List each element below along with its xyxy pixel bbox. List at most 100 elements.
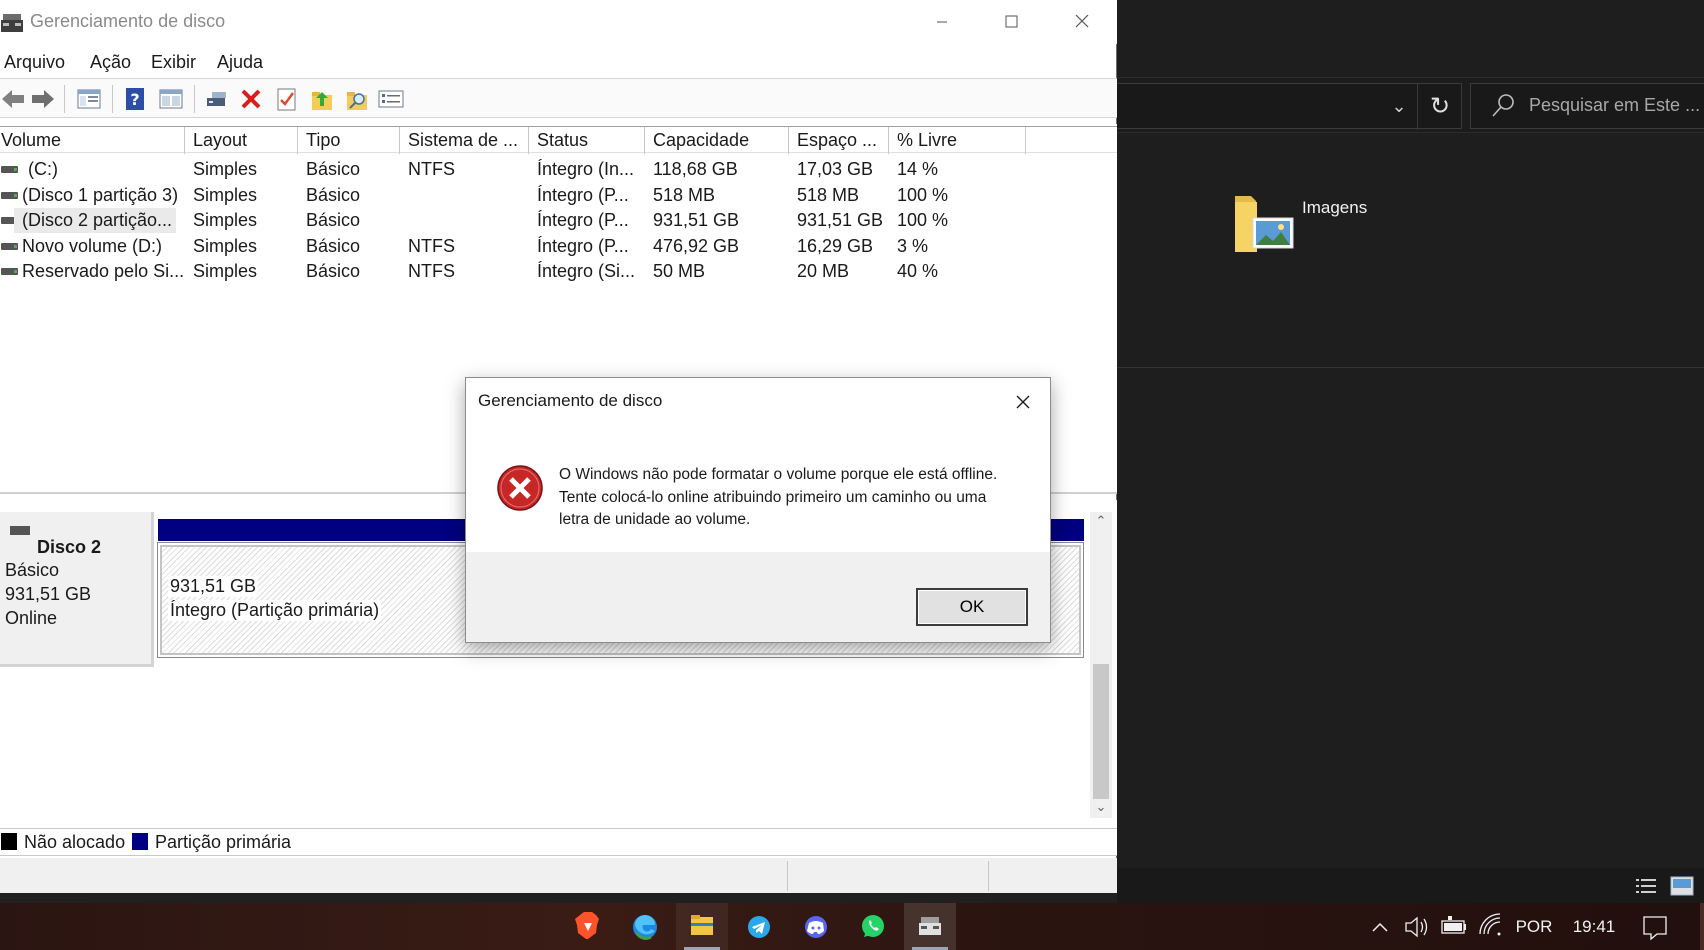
partition-status: Íntegro (Partição primária): [168, 600, 382, 621]
discord-icon[interactable]: [790, 903, 842, 950]
dialog-title: Gerenciamento de disco: [478, 391, 663, 410]
edge-icon[interactable]: [619, 903, 671, 950]
disk-info-panel[interactable]: Disco 2 Básico 931,51 GB Online: [0, 512, 154, 667]
cell-sistema: NTFS: [408, 159, 455, 179]
disk-management-icon: [1, 14, 23, 32]
show-hide-console-tree-icon[interactable]: [76, 86, 102, 112]
wifi-icon[interactable]: [1477, 903, 1503, 950]
search-icon: [1492, 94, 1514, 117]
search-folder-icon[interactable]: [344, 86, 370, 112]
title-bar[interactable]: Gerenciamento de disco: [0, 0, 1117, 44]
toolbar: ?: [0, 78, 1117, 118]
forward-arrow-icon[interactable]: [30, 86, 56, 112]
cell-livre: 40 %: [897, 261, 939, 281]
close-button[interactable]: [1048, 0, 1116, 44]
partition-size: 931,51 GB: [168, 576, 259, 597]
up-folder-icon[interactable]: [309, 86, 335, 112]
list-view-icon[interactable]: [378, 86, 404, 112]
cell-espaco: 931,51 GB: [797, 210, 884, 230]
brave-icon[interactable]: [562, 903, 614, 950]
delete-icon[interactable]: [238, 86, 264, 112]
dialog-close-button[interactable]: [1006, 388, 1040, 416]
clock[interactable]: 19:41: [1565, 903, 1623, 950]
error-dialog: Gerenciamento de disco O Windows não pod…: [465, 377, 1051, 643]
file-explorer-app[interactable]: [676, 903, 728, 950]
cell-livre: 14 %: [897, 159, 939, 179]
column-status[interactable]: Status: [529, 127, 645, 154]
cell-sistema: NTFS: [408, 261, 455, 281]
refresh-icon[interactable]: ↻: [1417, 84, 1462, 130]
properties-view-icon[interactable]: [158, 86, 184, 112]
dialog-message: O Windows não pode formatar o volume por…: [559, 464, 1029, 532]
cell-tipo: Básico: [306, 184, 361, 205]
column-capacidade[interactable]: Capacidade: [645, 127, 789, 154]
dialog-footer: OK: [466, 552, 1050, 642]
table-row[interactable]: (C:) Simples Básico NTFS Íntegro (In... …: [0, 157, 1117, 182]
column-espaco[interactable]: Espaço ...: [789, 127, 889, 154]
column-tipo[interactable]: Tipo: [298, 127, 400, 154]
back-arrow-icon[interactable]: [0, 86, 26, 112]
notification-center-icon[interactable]: [1640, 903, 1670, 950]
column-livre[interactable]: % Livre: [889, 127, 1026, 154]
pictures-folder-icon[interactable]: [1231, 190, 1297, 256]
details-view-icon[interactable]: [1635, 877, 1657, 895]
folder-label[interactable]: Imagens: [1302, 198, 1367, 218]
cell-sistema: [400, 183, 408, 208]
cell-status: Íntegro (In...: [537, 159, 635, 179]
connect-drive-icon[interactable]: [204, 86, 230, 112]
language-indicator[interactable]: POR: [1510, 903, 1558, 950]
message-line: letra de unidade ao volume.: [559, 511, 751, 528]
explorer-address-bar[interactable]: ⌄ ↻: [1117, 83, 1462, 130]
minimize-button[interactable]: [908, 0, 976, 44]
ok-button[interactable]: OK: [916, 588, 1028, 626]
window-title: Gerenciamento de disco: [30, 11, 226, 31]
table-row[interactable]: Novo volume (D:) Simples Básico NTFS Ínt…: [0, 234, 1117, 259]
check-properties-icon[interactable]: [274, 86, 300, 112]
chevron-down-icon[interactable]: ⌄: [1379, 90, 1419, 124]
cell-espaco: 16,29 GB: [797, 235, 874, 256]
message-line: O Windows não pode formatar o volume por…: [559, 466, 998, 483]
table-row-selected[interactable]: (Disco 2 partição... Simples Básico Ínte…: [0, 208, 1117, 233]
cell-status: Íntegro (P...: [537, 235, 629, 256]
explorer-status-bar: [1117, 868, 1704, 903]
table-row[interactable]: Reservado pelo Si... Simples Básico NTFS…: [0, 259, 1117, 284]
menu-exibir[interactable]: Exibir: [151, 52, 196, 73]
cell-capacidade: 931,51 GB: [653, 210, 740, 230]
error-icon: [497, 465, 543, 511]
disk-size: 931,51 GB: [5, 584, 92, 604]
cell-livre: 3 %: [897, 235, 929, 256]
maximize-button[interactable]: [977, 0, 1045, 44]
vertical-scrollbar[interactable]: ⌃ ⌄: [1090, 512, 1112, 818]
cell-capacidade: 518 MB: [653, 184, 716, 205]
cell-tipo: Básico: [306, 159, 361, 179]
chevron-up-icon[interactable]: [1368, 903, 1392, 950]
volume-icon[interactable]: [1402, 903, 1430, 950]
column-layout[interactable]: Layout: [185, 127, 298, 154]
telegram-icon[interactable]: [733, 903, 785, 950]
cell-espaco: 17,03 GB: [797, 159, 874, 179]
menu-ajuda[interactable]: Ajuda: [217, 52, 263, 73]
column-volume[interactable]: Volume: [0, 127, 185, 154]
table-row[interactable]: (Disco 1 partição 3) Simples Básico Ínte…: [0, 183, 1117, 208]
explorer-search-box[interactable]: Pesquisar em Este ...: [1470, 83, 1704, 129]
whatsapp-icon[interactable]: [847, 903, 899, 950]
cell-tipo: Básico: [306, 210, 361, 230]
disk-icon: [10, 526, 30, 535]
battery-icon[interactable]: [1440, 903, 1468, 950]
show-desktop-button[interactable]: [1700, 903, 1704, 950]
column-sistema[interactable]: Sistema de ...: [400, 127, 529, 154]
cell-capacidade: 50 MB: [653, 261, 706, 281]
menu-acao[interactable]: Ação: [90, 52, 131, 73]
scroll-up-icon[interactable]: ⌃: [1090, 512, 1112, 532]
help-icon[interactable]: ?: [123, 86, 149, 112]
cell-volume: Novo volume (D:): [22, 235, 163, 256]
disk-management-icon: [919, 917, 941, 935]
taskbar: POR 19:41: [0, 903, 1704, 950]
menu-arquivo[interactable]: Arquivo: [4, 52, 65, 73]
large-icons-view-icon[interactable]: [1670, 876, 1694, 896]
scroll-thumb[interactable]: [1093, 664, 1109, 799]
status-bar: [0, 858, 1117, 893]
cell-tipo: Básico: [306, 261, 361, 281]
disk-management-app[interactable]: [904, 903, 956, 950]
scroll-down-icon[interactable]: ⌄: [1090, 798, 1112, 818]
